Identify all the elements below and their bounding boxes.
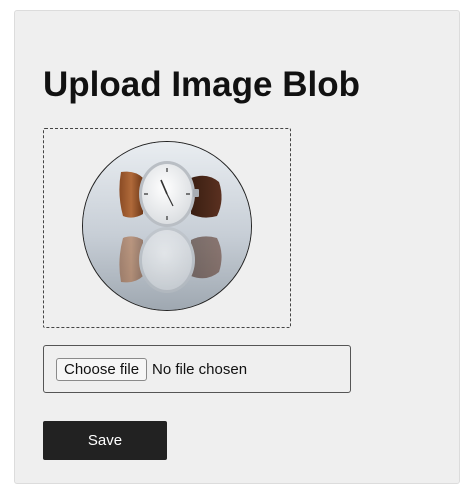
image-drop-zone[interactable] bbox=[43, 128, 291, 328]
choose-file-button[interactable]: Choose file bbox=[56, 358, 148, 381]
save-button[interactable]: Save bbox=[43, 421, 167, 460]
image-preview bbox=[82, 141, 252, 311]
watch-photo bbox=[83, 142, 251, 310]
file-status-text: No file chosen bbox=[152, 361, 248, 378]
upload-card: Upload Image Blob Choose file No file ch… bbox=[14, 10, 460, 484]
page-title: Upload Image Blob bbox=[43, 65, 360, 104]
file-input[interactable]: Choose file No file chosen bbox=[43, 345, 351, 393]
